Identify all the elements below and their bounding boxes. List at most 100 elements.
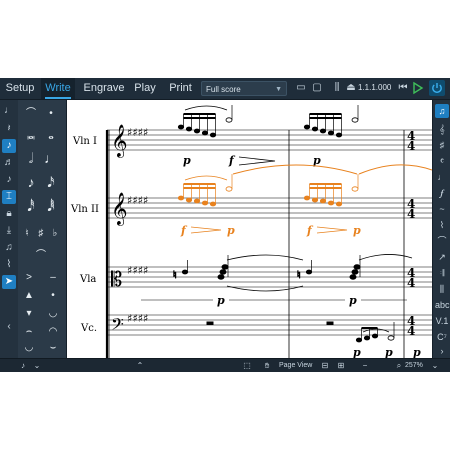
marcato-icon[interactable]: ▲ <box>22 288 36 304</box>
metronome-icon[interactable]: ⏏ <box>344 81 358 95</box>
layout-selector[interactable]: Full score ▼ <box>201 81 287 96</box>
glissando-icon[interactable]: ⌒ <box>435 234 449 248</box>
tempo-icon[interactable]: ♩ <box>435 170 449 184</box>
svg-text:4: 4 <box>407 207 415 221</box>
select-frame-icon[interactable]: ⬚ <box>242 361 252 371</box>
rewind-icon[interactable]: ⏮ <box>396 81 410 95</box>
top-toolbar: Setup Write Engrave Play Print Full scor… <box>0 78 450 100</box>
collapse-right-icon[interactable]: › <box>435 344 449 358</box>
vln2-notes-selected <box>177 164 433 207</box>
force-duration-icon[interactable]: 🔒︎ <box>2 207 16 221</box>
flat-icon[interactable]: ♭ <box>48 226 62 242</box>
power-icon <box>432 83 442 94</box>
notes-panel: ⌒ • 𝅜 𝅝 𝅗𝅥 ♩ ♪ 𝅘𝅥𝅯 𝅘𝅥𝅰 𝅘𝅥𝅱 ♮ ♯ ♭ ⌒ > – ▲… <box>18 100 67 358</box>
tenuto-icon[interactable]: – <box>46 270 60 286</box>
slur-arc-icon[interactable]: ⌒ <box>34 248 48 264</box>
ornaments-icon[interactable]: ~ <box>435 202 449 216</box>
play-button[interactable] <box>410 81 424 95</box>
quarter-note-icon[interactable]: ♩ <box>44 150 58 166</box>
zoom-chevron-icon[interactable]: ⌄ <box>430 361 440 371</box>
panel-toggle-icon[interactable]: ▭ <box>294 81 308 95</box>
time-icon[interactable]: 𝄴 <box>435 154 449 168</box>
lyrics-icon[interactable]: V.1 <box>435 314 449 328</box>
slur-toggle-icon[interactable]: ⌒ <box>24 106 38 122</box>
dyn-vln2-p: p <box>227 224 235 237</box>
breath-icon[interactable]: ◠ <box>46 324 60 340</box>
play-icon <box>413 81 424 95</box>
collapse-left-icon[interactable]: ‹ <box>2 320 16 334</box>
dyn-vla-p: p <box>217 294 225 307</box>
notations-icon[interactable]: ♫ <box>435 104 449 118</box>
tuplet-icon[interactable]: ♬ <box>2 156 16 170</box>
fermata-icon[interactable]: ⌢ <box>22 324 36 340</box>
dorico-window: Setup Write Engrave Play Print Full scor… <box>0 78 450 372</box>
view-mode[interactable]: Page View <box>279 359 312 372</box>
insert-icon[interactable]: ⤓ <box>2 224 16 238</box>
chevron-down-icon[interactable]: ⌄ <box>32 361 42 371</box>
key-sig-vln2: ♯♯♯♯ <box>127 194 148 207</box>
lock-duration-icon[interactable]: ⌶ <box>2 190 16 204</box>
staff-vc <box>106 314 433 336</box>
staccato-icon[interactable]: • <box>46 288 60 304</box>
slur-icon[interactable]: ♪ <box>2 139 16 153</box>
staff-vla <box>106 266 433 288</box>
arpeggio-icon[interactable]: ⌇ <box>435 218 449 232</box>
rest-icon[interactable]: 𝄽 <box>2 122 16 136</box>
sharp-icon[interactable]: ♯ <box>34 226 48 242</box>
dyn-vln2-p2: p <box>353 224 361 237</box>
stress-icon[interactable]: ◡ <box>46 306 60 322</box>
accent-icon[interactable]: > <box>22 270 36 286</box>
notations-strip: ♫ 𝄞 ♯ 𝄴 ♩ 𝆑 ~ ⌇ ⌒ ↗ 𝄇 ⫼ abc V.1 C⁷ › <box>432 100 450 358</box>
whole-note-icon[interactable]: 𝅝 <box>44 126 58 142</box>
dyn-vla-p2: p <box>349 294 357 307</box>
note-input-icon[interactable]: ♩ <box>2 104 16 118</box>
caesura-icon[interactable]: ◡ <box>22 340 36 356</box>
repeat-icon[interactable]: 𝄇 <box>435 266 449 280</box>
score-view[interactable]: Vln I Vln II Vla Vc. 𝄞 𝄞 𝄡 𝄢 ♯♯♯♯ ♯♯♯♯ ♯… <box>67 100 433 359</box>
tab-write[interactable]: Write <box>41 78 75 99</box>
staccatissimo-icon[interactable]: ▾ <box>22 306 36 322</box>
galley-view-icon[interactable]: ⊞ <box>336 361 346 371</box>
natural-icon[interactable]: ♮ <box>20 226 34 242</box>
zoom-out-icon[interactable]: − <box>360 361 370 371</box>
status-bar: ♪ ⌄ ⌃ ⬚ ✋︎ Page View ⊟ ⊞ − ⌕ 257% ⌄ <box>0 358 450 372</box>
keys-icon[interactable]: ♯ <box>435 138 449 152</box>
bars-icon[interactable]: ⫼ <box>435 282 449 296</box>
dot-icon[interactable]: • <box>44 106 58 122</box>
tab-print[interactable]: Print <box>165 78 196 99</box>
breve-icon[interactable]: 𝅜 <box>24 126 38 142</box>
tab-setup[interactable]: Setup <box>2 78 38 99</box>
half-note-icon[interactable]: 𝅗𝅥 <box>24 150 38 166</box>
clefs-icon[interactable]: 𝄞 <box>435 122 449 136</box>
tab-engrave[interactable]: Engrave <box>81 78 127 99</box>
staff-label-vc: Vc. <box>80 323 97 334</box>
page-arrangement-icon[interactable]: ⊟ <box>320 361 330 371</box>
grace-note-icon[interactable]: ♪ <box>2 173 16 187</box>
vla-notes: ♮ ♮ <box>173 254 413 292</box>
hairpin-vln1 <box>238 156 276 166</box>
note-value-icon[interactable]: ♪ <box>18 361 28 371</box>
tab-play[interactable]: Play <box>131 78 159 99</box>
mixer-icon[interactable]: ⫼ <box>330 81 344 95</box>
thirty-second-note-icon[interactable]: 𝅘𝅥𝅰 <box>24 198 38 214</box>
chord-symbols-icon[interactable]: C⁷ <box>435 330 449 344</box>
window-icon[interactable]: ▢ <box>310 81 324 95</box>
treble-clef-vln1: 𝄞 <box>111 124 128 158</box>
tie-icon[interactable]: ⌣ <box>46 340 60 356</box>
power-button[interactable] <box>429 80 445 96</box>
sixty-fourth-note-icon[interactable]: 𝅘𝅥𝅱 <box>44 198 58 214</box>
chord-icon[interactable]: ♫ <box>2 241 16 255</box>
caret-icon[interactable]: ⌇ <box>2 258 16 272</box>
hand-tool-icon[interactable]: ✋︎ <box>262 361 272 371</box>
chevron-up-icon[interactable]: ⌃ <box>135 361 145 371</box>
eighth-note-icon[interactable]: ♪ <box>24 174 38 190</box>
select-icon[interactable]: ➤ <box>2 275 16 289</box>
sixteenth-note-icon[interactable]: 𝅘𝅥𝅯 <box>44 174 58 190</box>
text-icon[interactable]: abc <box>435 298 450 312</box>
alto-clef: 𝄡 <box>111 267 122 291</box>
zoom-level[interactable]: 257% <box>405 359 423 372</box>
dynamics-icon[interactable]: 𝆑 <box>435 186 449 200</box>
jazz-icon[interactable]: ↗ <box>435 250 449 264</box>
zoom-icon[interactable]: ⌕ <box>394 361 404 371</box>
hairpin-vln2 <box>190 226 222 234</box>
